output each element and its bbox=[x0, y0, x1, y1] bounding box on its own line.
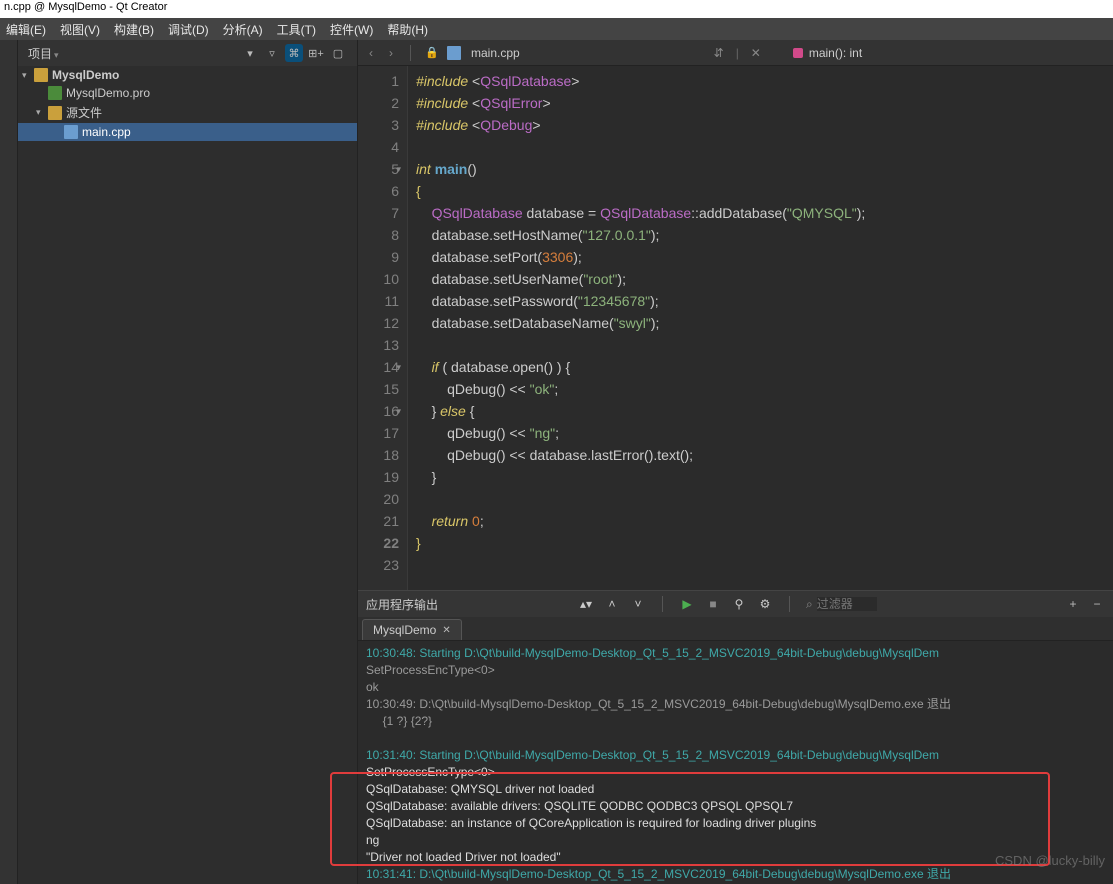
output-toolbar: 应用程序输出 ▴▾ ˄ ˅ ▶ ■ ⚲ ⚙ ⌕ + − bbox=[358, 591, 1113, 617]
line-gutter: 1 2 3 4 5▾ 6 7 8 9 10 11 12 13 14▾ 15 16… bbox=[358, 66, 408, 590]
add-split-icon[interactable]: ⊞+ bbox=[307, 44, 325, 62]
attach-icon[interactable]: ⚲ bbox=[731, 596, 747, 612]
filter-funnel-icon[interactable]: ▾ bbox=[241, 44, 259, 62]
tree-root[interactable]: ▾ MysqlDemo bbox=[18, 66, 357, 84]
function-icon bbox=[793, 48, 803, 58]
output-text[interactable]: 10:30:48: Starting D:\Qt\build-MysqlDemo… bbox=[358, 641, 1113, 884]
search-icon: ⌕ bbox=[806, 597, 813, 612]
folder-icon bbox=[48, 106, 62, 120]
symbol-label: main(): int bbox=[809, 46, 862, 60]
output-tab[interactable]: MysqlDemo ✕ bbox=[362, 619, 462, 640]
tree-item-label: 源文件 bbox=[66, 104, 102, 121]
project-panel-title: 项目▾ bbox=[28, 45, 59, 62]
tree-main-cpp[interactable]: main.cpp bbox=[18, 123, 357, 141]
close-panel-icon[interactable]: ▢ bbox=[329, 44, 347, 62]
code-content[interactable]: #include <QSqlDatabase> #include <QSqlEr… bbox=[408, 66, 873, 590]
menu-analyze[interactable]: 分析(A) bbox=[223, 21, 263, 38]
project-panel: 项目▾ ▾ ▿ ⌘ ⊞+ ▢ ▾ MysqlDemo MysqlDemo.pro… bbox=[18, 40, 358, 884]
expand-icon[interactable]: ▾ bbox=[36, 107, 46, 118]
menu-tools[interactable]: 工具(T) bbox=[277, 21, 316, 38]
output-tab-label: MysqlDemo bbox=[373, 623, 436, 637]
up-icon[interactable]: ˄ bbox=[604, 596, 620, 612]
tree-item-label: MysqlDemo.pro bbox=[66, 86, 150, 100]
mode-bar[interactable] bbox=[0, 40, 18, 884]
cpp-file-icon bbox=[64, 125, 78, 139]
tree-pro-file[interactable]: MysqlDemo.pro bbox=[18, 84, 357, 102]
pro-file-icon bbox=[48, 86, 62, 100]
zoom-in-icon[interactable]: + bbox=[1065, 596, 1081, 612]
tree-root-label: MysqlDemo bbox=[52, 68, 119, 82]
zoom-out-icon[interactable]: − bbox=[1089, 596, 1105, 612]
file-selector[interactable]: main.cpp bbox=[447, 46, 520, 60]
fold-icon[interactable]: ▾ bbox=[396, 158, 401, 180]
watermark: CSDN @lucky-billy bbox=[995, 853, 1105, 868]
output-panel-title: 应用程序输出 bbox=[366, 596, 438, 613]
stop-icon[interactable]: ■ bbox=[705, 596, 721, 612]
code-editor[interactable]: 1 2 3 4 5▾ 6 7 8 9 10 11 12 13 14▾ 15 16… bbox=[358, 66, 1113, 590]
tree-sources[interactable]: ▾ 源文件 bbox=[18, 102, 357, 123]
output-tab-row: MysqlDemo ✕ bbox=[358, 617, 1113, 641]
close-tab-icon[interactable]: ✕ bbox=[749, 46, 763, 60]
output-panel: 应用程序输出 ▴▾ ˄ ˅ ▶ ■ ⚲ ⚙ ⌕ + − bbox=[358, 590, 1113, 884]
settings-icon[interactable]: ⚙ bbox=[757, 596, 773, 612]
dropdown-icon[interactable]: ⇵ bbox=[712, 46, 726, 60]
menu-build[interactable]: 构建(B) bbox=[114, 21, 154, 38]
symbol-selector[interactable]: main(): int bbox=[793, 46, 862, 60]
window-title: n.cpp @ MysqlDemo - Qt Creator bbox=[0, 0, 1113, 18]
editor-area: ‹ › 🔒 main.cpp ⇵ | ✕ main(): int 1 2 3 4 bbox=[358, 40, 1113, 884]
folder-icon bbox=[34, 68, 48, 82]
hammer-icon[interactable]: ▴▾ bbox=[578, 596, 594, 612]
link-icon[interactable]: ⌘ bbox=[285, 44, 303, 62]
project-panel-header: 项目▾ ▾ ▿ ⌘ ⊞+ ▢ bbox=[18, 40, 357, 66]
menu-help[interactable]: 帮助(H) bbox=[387, 21, 428, 38]
nav-back-icon[interactable]: ‹ bbox=[364, 46, 378, 60]
fold-icon[interactable]: ▾ bbox=[396, 356, 401, 378]
project-tree: ▾ MysqlDemo MysqlDemo.pro ▾ 源文件 main.cpp bbox=[18, 66, 357, 141]
nav-forward-icon[interactable]: › bbox=[384, 46, 398, 60]
menu-edit[interactable]: 编辑(E) bbox=[6, 21, 46, 38]
editor-tab-bar: ‹ › 🔒 main.cpp ⇵ | ✕ main(): int bbox=[358, 40, 1113, 66]
close-icon[interactable]: ✕ bbox=[442, 625, 450, 636]
fold-icon[interactable]: ▾ bbox=[396, 400, 401, 422]
cpp-file-icon bbox=[447, 46, 461, 60]
menu-debug[interactable]: 调试(D) bbox=[168, 21, 209, 38]
filter-icon[interactable]: ▿ bbox=[263, 44, 281, 62]
filter-input[interactable] bbox=[817, 597, 877, 611]
tree-item-label: main.cpp bbox=[82, 125, 131, 139]
run-icon[interactable]: ▶ bbox=[679, 596, 695, 612]
menu-widgets[interactable]: 控件(W) bbox=[330, 21, 373, 38]
menu-view[interactable]: 视图(V) bbox=[60, 21, 100, 38]
down-icon[interactable]: ˅ bbox=[630, 596, 646, 612]
filter-search[interactable]: ⌕ bbox=[806, 597, 877, 612]
file-name: main.cpp bbox=[471, 46, 520, 60]
menu-bar: 编辑(E) 视图(V) 构建(B) 调试(D) 分析(A) 工具(T) 控件(W… bbox=[0, 18, 1113, 40]
lock-icon[interactable]: 🔒 bbox=[423, 44, 441, 62]
expand-icon[interactable]: ▾ bbox=[22, 70, 32, 81]
divider: | bbox=[736, 46, 739, 60]
